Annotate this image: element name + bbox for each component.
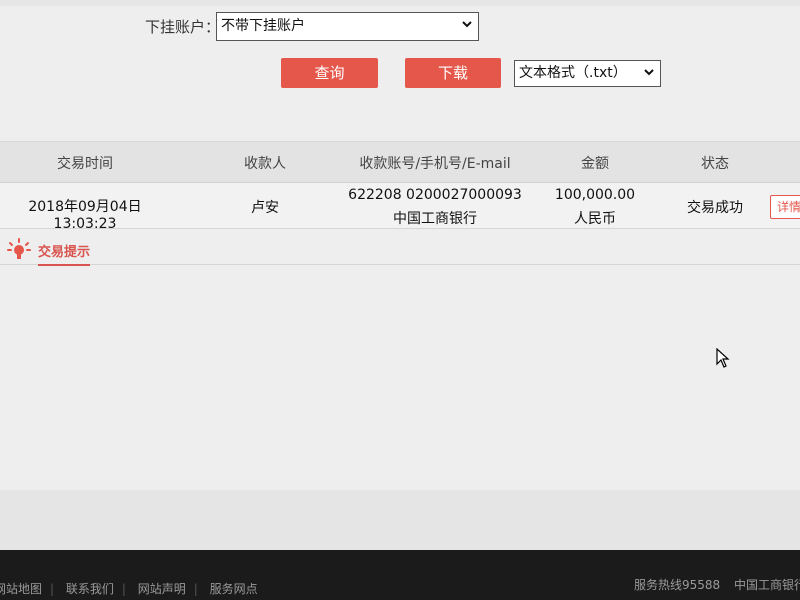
- mouse-pointer-icon: [716, 348, 730, 368]
- detail-button[interactable]: 详情: [770, 195, 800, 219]
- top-divider: [0, 0, 800, 6]
- download-button[interactable]: 下载: [405, 58, 501, 88]
- file-format-value: 文本格式（.txt）: [519, 65, 627, 81]
- footer-separator: |: [193, 582, 198, 596]
- page-bottom-area: [0, 490, 800, 550]
- linked-account-value: 不带下挂账户: [221, 18, 305, 34]
- header-payee: 收款人: [244, 156, 286, 172]
- row-amount: 100,000.00: [554, 187, 636, 203]
- row-account-number: 622208 0200027000093: [348, 187, 522, 203]
- row-payee: 卢安: [251, 200, 279, 216]
- row-status: 交易成功: [687, 200, 743, 216]
- row-currency: 人民币: [574, 211, 616, 227]
- chevron-down-icon: [462, 21, 472, 28]
- footer-hotline: 服务热线95588: [634, 578, 721, 592]
- query-button[interactable]: 查询: [281, 58, 378, 88]
- linked-account-label: 下挂账户：: [145, 18, 221, 36]
- footer-links: 网站地图 | 联系我们 | 网站声明 | 服务网点: [0, 580, 266, 597]
- header-amount: 金额: [581, 156, 609, 172]
- file-format-select[interactable]: 文本格式（.txt）: [514, 60, 661, 87]
- header-time: 交易时间: [57, 156, 113, 172]
- table-row: 2018年09月04日 13:03:23 卢安 622208 020002700…: [0, 183, 800, 232]
- chevron-down-icon: [644, 69, 654, 76]
- header-status: 状态: [701, 156, 729, 172]
- transaction-table: 交易时间 收款人 收款账号/手机号/E-mail 金额 状态 2018年09月0…: [0, 141, 800, 232]
- row-time: 2018年09月04日 13:03:23: [28, 199, 142, 232]
- footer-separator: |: [121, 582, 126, 596]
- linked-account-select[interactable]: 不带下挂账户: [216, 12, 479, 41]
- row-bank: 中国工商银行: [393, 211, 477, 227]
- lightbulb-icon: [7, 238, 31, 259]
- footer: 网站地图 | 联系我们 | 网站声明 | 服务网点 服务热线95588 中国工商银行版: [0, 550, 800, 600]
- footer-link-branches[interactable]: 服务网点: [210, 582, 258, 596]
- footer-link-sitemap[interactable]: 网站地图: [0, 582, 42, 596]
- transaction-tips: 交易提示: [0, 232, 800, 266]
- footer-link-contact[interactable]: 联系我们: [66, 582, 114, 596]
- tips-tab[interactable]: 交易提示: [38, 241, 91, 266]
- footer-separator: |: [50, 582, 55, 596]
- footer-link-statement[interactable]: 网站声明: [138, 582, 186, 596]
- header-account: 收款账号/手机号/E-mail: [359, 156, 511, 172]
- table-header: 交易时间 收款人 收款账号/手机号/E-mail 金额 状态: [0, 141, 800, 183]
- footer-copyright: 中国工商银行版: [734, 578, 800, 592]
- footer-info: 服务热线95588 中国工商银行版: [634, 576, 800, 593]
